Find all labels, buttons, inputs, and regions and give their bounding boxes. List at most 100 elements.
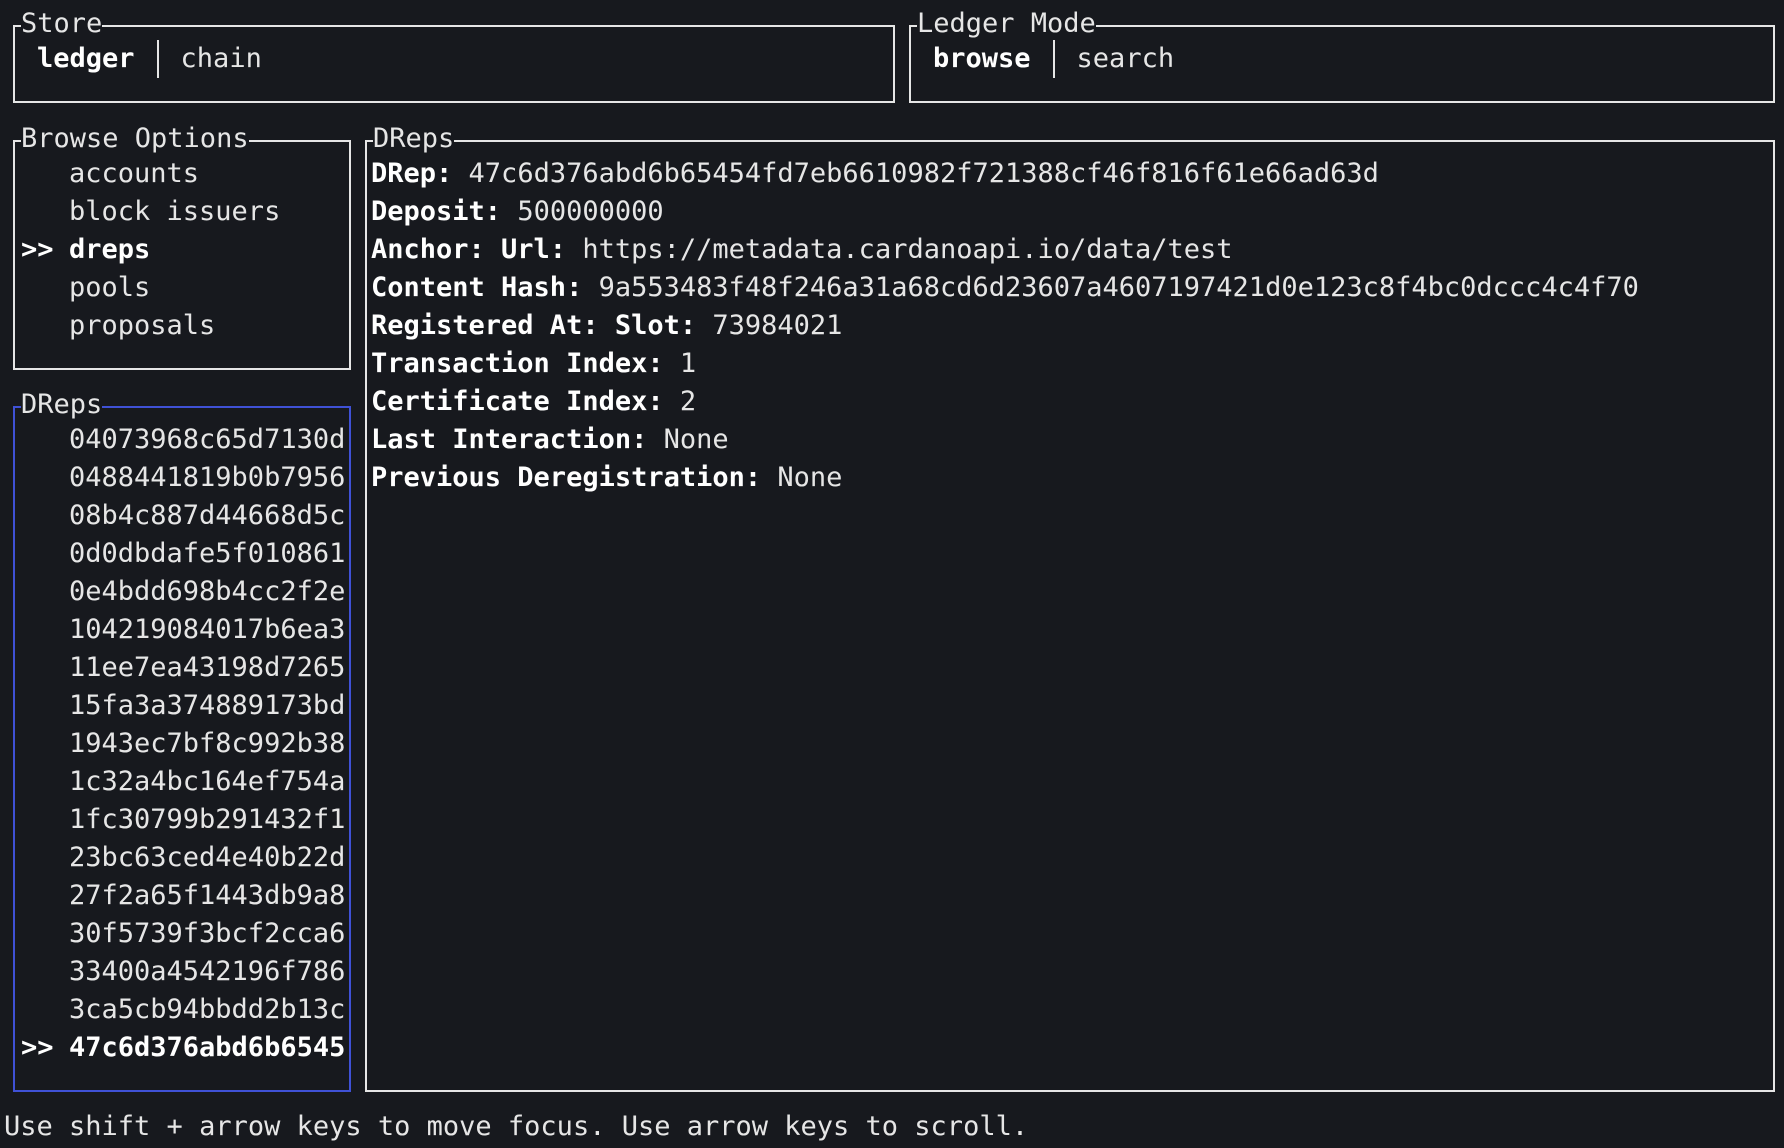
drep-list-item[interactable]: 33400a4542196f786 [21, 953, 345, 991]
detail-value: None [663, 424, 729, 455]
detail-value: None [777, 462, 843, 493]
drep-id: 23bc63ced4e40b22d [69, 842, 346, 873]
selection-marker [21, 269, 69, 307]
drep-detail-fields: DRep: 47c6d376abd6b65454fd7eb6610982f721… [371, 155, 1639, 497]
selection-marker [21, 877, 69, 915]
browse-option-pools[interactable]: pools [21, 269, 280, 307]
drep-list-item[interactable]: 11ee7ea43198d7265 [21, 649, 345, 687]
drep-detail-panel[interactable]: DReps DRep: 47c6d376abd6b65454fd7eb66109… [365, 120, 1775, 1092]
store-panel-title: Store [21, 5, 103, 43]
drep-list-item[interactable]: 104219084017b6ea3 [21, 611, 345, 649]
tab-search[interactable]: search [1077, 40, 1175, 78]
selection-marker [21, 421, 69, 459]
drep-id: 104219084017b6ea3 [69, 614, 346, 645]
browse-option-label: block issuers [69, 196, 281, 227]
detail-value: 73984021 [712, 310, 843, 341]
detail-key: Certificate Index: [371, 386, 664, 417]
drep-detail-title: DReps [373, 120, 455, 158]
detail-value: 500000000 [517, 196, 664, 227]
drep-id: 27f2a65f1443db9a8 [69, 880, 346, 911]
detail-key: Content Hash: [371, 272, 583, 303]
detail-key: Last Interaction: [371, 424, 648, 455]
selection-marker [21, 801, 69, 839]
browse-option-label: pools [69, 272, 151, 303]
browse-option-dreps[interactable]: >> dreps [21, 231, 280, 269]
detail-row-last-interaction: Last Interaction: None [371, 421, 1639, 459]
drep-list-item[interactable]: 1943ec7bf8c992b38 [21, 725, 345, 763]
selection-marker [21, 193, 69, 231]
browse-option-proposals[interactable]: proposals [21, 307, 280, 345]
drep-id: 15fa3a374889173bd [69, 690, 346, 721]
drep-id: 0e4bdd698b4cc2f2e [69, 576, 346, 607]
drep-id: 47c6d376abd6b6545 [69, 1032, 346, 1063]
ledger-mode-panel: Ledger Mode browse search [909, 5, 1775, 103]
tab-browse[interactable]: browse [933, 40, 1031, 78]
selection-marker [21, 307, 69, 345]
ledger-mode-panel-title: Ledger Mode [917, 5, 1096, 43]
selection-marker [21, 953, 69, 991]
detail-key: Anchor: Url: [371, 234, 567, 265]
selection-marker [21, 763, 69, 801]
drep-id: 0d0dbdafe5f010861 [69, 538, 346, 569]
detail-key: Previous Deregistration: [371, 462, 762, 493]
detail-value: 2 [679, 386, 697, 417]
detail-row-deposit: Deposit: 500000000 [371, 193, 1639, 231]
store-tabs: ledger chain [37, 40, 262, 78]
drep-list-item[interactable]: 15fa3a374889173bd [21, 687, 345, 725]
selection-marker [21, 573, 69, 611]
detail-value: 9a553483f48f246a31a68cd6d23607a460719742… [598, 272, 1639, 303]
drep-id: 11ee7ea43198d7265 [69, 652, 346, 683]
drep-list-item[interactable]: 0e4bdd698b4cc2f2e [21, 573, 345, 611]
drep-id: 0488441819b0b7956 [69, 462, 346, 493]
drep-list-item[interactable]: 0d0dbdafe5f010861 [21, 535, 345, 573]
selection-marker [21, 839, 69, 877]
drep-list-item[interactable]: 23bc63ced4e40b22d [21, 839, 345, 877]
detail-row-transaction-index: Transaction Index: 1 [371, 345, 1639, 383]
detail-key: Transaction Index: [371, 348, 664, 379]
browse-option-accounts[interactable]: accounts [21, 155, 280, 193]
tab-ledger[interactable]: ledger [37, 40, 135, 78]
selection-marker [21, 535, 69, 573]
detail-value: 47c6d376abd6b65454fd7eb6610982f721388cf4… [468, 158, 1379, 189]
browse-options-title: Browse Options [21, 120, 249, 158]
drep-list-item[interactable]: 04073968c65d7130d [21, 421, 345, 459]
store-panel: Store ledger chain [13, 5, 895, 103]
browse-option-label: accounts [69, 158, 200, 189]
drep-list-panel[interactable]: DReps 04073968c65d7130d 0488441819b0b795… [13, 386, 351, 1092]
drep-list-item[interactable]: 0488441819b0b7956 [21, 459, 345, 497]
selection-marker [21, 611, 69, 649]
drep-list-item[interactable]: 1c32a4bc164ef754a [21, 763, 345, 801]
drep-list-title: DReps [21, 386, 103, 424]
tab-divider [156, 40, 159, 78]
browse-options-panel: Browse Options accounts block issuers >>… [13, 120, 351, 370]
detail-value: https://metadata.cardanoapi.io/data/test [582, 234, 1233, 265]
drep-id: 1c32a4bc164ef754a [69, 766, 346, 797]
detail-row-registered-slot: Registered At: Slot: 73984021 [371, 307, 1639, 345]
drep-id: 1fc30799b291432f1 [69, 804, 346, 835]
drep-list-item-selected[interactable]: >> 47c6d376abd6b6545 [21, 1029, 345, 1067]
browse-option-block-issuers[interactable]: block issuers [21, 193, 280, 231]
drep-id: 30f5739f3bcf2cca6 [69, 918, 346, 949]
selection-marker [21, 497, 69, 535]
drep-id: 3ca5cb94bbdd2b13c [69, 994, 346, 1025]
drep-list-item[interactable]: 27f2a65f1443db9a8 [21, 877, 345, 915]
detail-value: 1 [679, 348, 697, 379]
tab-divider [1052, 40, 1055, 78]
selection-marker [21, 725, 69, 763]
selection-marker [21, 687, 69, 725]
drep-list-item[interactable]: 3ca5cb94bbdd2b13c [21, 991, 345, 1029]
drep-id: 08b4c887d44668d5c [69, 500, 346, 531]
drep-list-item[interactable]: 30f5739f3bcf2cca6 [21, 915, 345, 953]
selection-marker [21, 991, 69, 1029]
drep-list: 04073968c65d7130d 0488441819b0b7956 08b4… [21, 421, 345, 1067]
detail-row-drep: DRep: 47c6d376abd6b65454fd7eb6610982f721… [371, 155, 1639, 193]
ledger-mode-tabs: browse search [933, 40, 1174, 78]
drep-list-item[interactable]: 1fc30799b291432f1 [21, 801, 345, 839]
drep-list-item[interactable]: 08b4c887d44668d5c [21, 497, 345, 535]
selection-marker: >> [21, 1032, 54, 1063]
detail-row-previous-deregistration: Previous Deregistration: None [371, 459, 1639, 497]
detail-row-anchor-url: Anchor: Url: https://metadata.cardanoapi… [371, 231, 1639, 269]
browse-option-label: dreps [69, 234, 151, 265]
tab-chain[interactable]: chain [181, 40, 262, 78]
selection-marker [21, 915, 69, 953]
